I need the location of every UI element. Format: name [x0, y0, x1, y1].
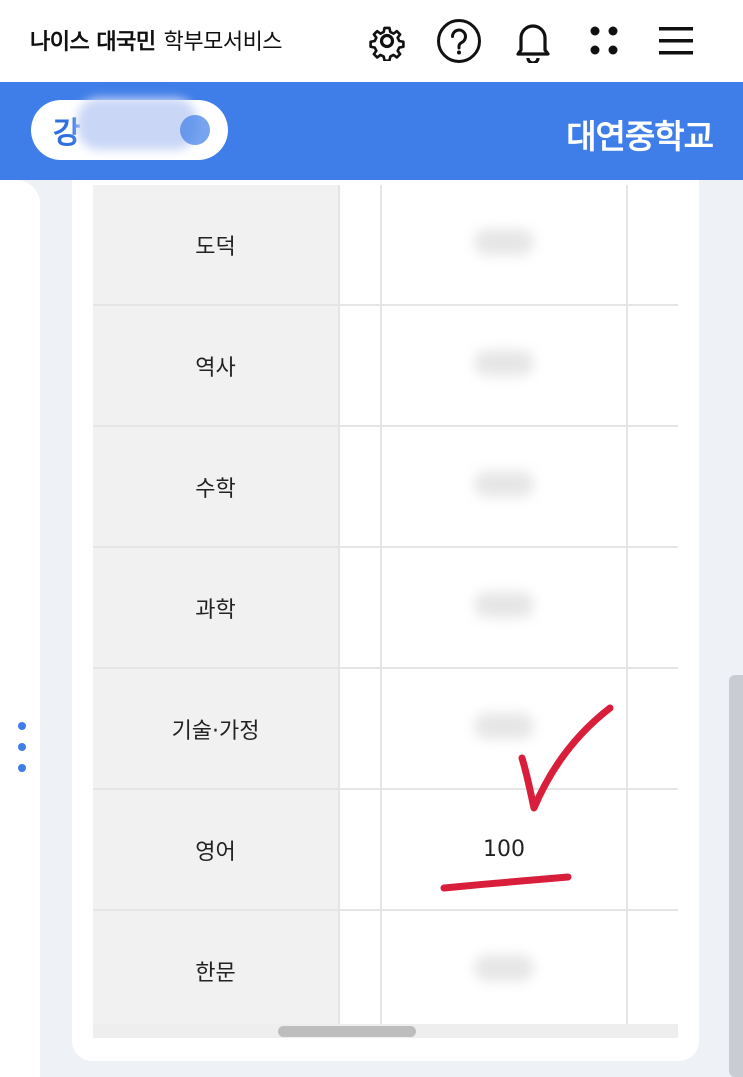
grade-row: 기술·가정 [93, 668, 678, 790]
help-button[interactable] [436, 18, 482, 64]
app-logo[interactable]: 나이스 대국민 학부모서비스 [30, 24, 283, 56]
spacer-cell [339, 668, 382, 790]
score-value: 100 [483, 837, 526, 862]
redacted-score [474, 591, 535, 618]
subject-cell: 도덕 [93, 185, 341, 306]
extra-cell [627, 185, 678, 306]
subject-cell: 한문 [93, 910, 341, 1032]
spacer-cell [339, 426, 382, 548]
student-selector[interactable]: 강 [31, 98, 228, 160]
grade-row: 영어 100 [93, 789, 678, 911]
menu-icon [659, 27, 693, 55]
extra-cell [627, 547, 678, 669]
grades-card: 도덕 역사 수학 과학 기술·가정 영어 100 한문 [72, 180, 699, 1061]
spacer-cell [339, 305, 382, 427]
chevron-down-icon [180, 115, 210, 145]
notifications-button[interactable] [510, 18, 556, 64]
score-cell [380, 668, 629, 790]
redacted-score [474, 712, 535, 739]
vertical-scrollbar[interactable] [729, 675, 743, 1077]
score-cell [380, 305, 629, 427]
extra-cell [627, 668, 678, 790]
subject-cell: 역사 [93, 305, 341, 427]
redacted-score [474, 470, 535, 497]
spacer-cell [339, 547, 382, 669]
redacted-score [474, 349, 535, 376]
spacer-cell [339, 789, 382, 911]
subject-cell: 영어 [93, 789, 341, 911]
apps-icon [590, 26, 618, 55]
redacted-score [474, 228, 535, 255]
redacted-score [474, 954, 535, 981]
side-drawer [0, 180, 40, 1077]
spacer-cell [339, 185, 382, 306]
top-app-bar: 나이스 대국민 학부모서비스 [0, 0, 743, 83]
extra-cell [627, 910, 678, 1032]
score-cell [380, 426, 629, 548]
score-cell [380, 547, 629, 669]
grade-row: 과학 [93, 547, 678, 669]
grade-row: 한문 [93, 910, 678, 1032]
grades-table: 도덕 역사 수학 과학 기술·가정 영어 100 한문 [93, 185, 678, 1032]
horizontal-scrollbar-thumb[interactable] [278, 1026, 416, 1037]
subject-cell: 수학 [93, 426, 341, 548]
menu-button[interactable] [653, 18, 699, 64]
redacted-name [77, 98, 197, 150]
brand-title: 나이스 대국민 [30, 30, 156, 55]
school-name: 대연중학교 [566, 117, 714, 156]
extra-cell [627, 426, 678, 548]
spacer-cell [339, 910, 382, 1032]
grade-row: 수학 [93, 426, 678, 548]
brand-subtitle: 학부모서비스 [163, 30, 283, 55]
score-cell: 100 [380, 789, 629, 911]
grade-row: 역사 [93, 305, 678, 427]
apps-button[interactable] [581, 18, 627, 64]
subject-cell: 기술·가정 [93, 668, 341, 790]
more-vertical-icon[interactable] [16, 722, 28, 778]
subject-cell: 과학 [93, 547, 341, 669]
gear-icon [369, 26, 405, 61]
help-icon [437, 19, 481, 63]
extra-cell [627, 789, 678, 911]
score-cell [380, 910, 629, 1032]
extra-cell [627, 305, 678, 427]
bell-icon [516, 24, 550, 63]
grade-row: 도덕 [93, 185, 678, 306]
score-cell [380, 185, 629, 306]
settings-button[interactable] [364, 18, 410, 64]
